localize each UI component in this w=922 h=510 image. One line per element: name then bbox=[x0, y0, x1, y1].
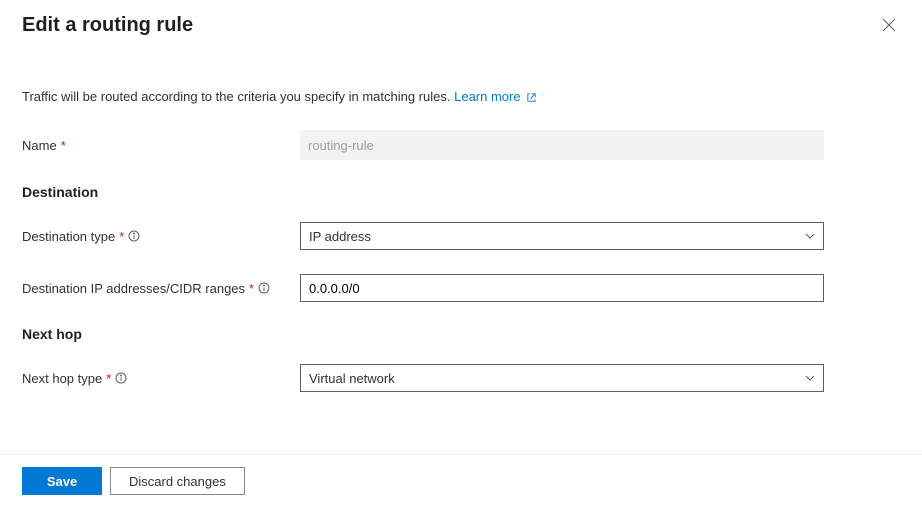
close-icon bbox=[882, 18, 896, 35]
close-button[interactable] bbox=[878, 14, 900, 39]
required-indicator: * bbox=[106, 371, 111, 386]
next-hop-type-label: Next hop type * bbox=[22, 371, 300, 386]
destination-cidr-input[interactable] bbox=[300, 274, 824, 302]
next-hop-section-header: Next hop bbox=[22, 326, 900, 342]
info-icon[interactable] bbox=[128, 230, 140, 242]
destination-cidr-label: Destination IP addresses/CIDR ranges * bbox=[22, 281, 300, 296]
name-label: Name * bbox=[22, 138, 300, 153]
save-button[interactable]: Save bbox=[22, 467, 102, 495]
next-hop-type-value: Virtual network bbox=[309, 371, 395, 386]
destination-section-header: Destination bbox=[22, 184, 900, 200]
external-link-icon bbox=[526, 92, 537, 103]
destination-type-label: Destination type * bbox=[22, 229, 300, 244]
name-input bbox=[300, 130, 824, 160]
intro-text: Traffic will be routed according to the … bbox=[22, 89, 900, 104]
required-indicator: * bbox=[249, 281, 254, 296]
required-indicator: * bbox=[119, 229, 124, 244]
info-icon[interactable] bbox=[258, 282, 270, 294]
destination-type-select[interactable]: IP address bbox=[300, 222, 824, 250]
destination-type-value: IP address bbox=[309, 229, 371, 244]
next-hop-type-select[interactable]: Virtual network bbox=[300, 364, 824, 392]
page-title: Edit a routing rule bbox=[22, 14, 193, 37]
required-indicator: * bbox=[61, 138, 66, 153]
discard-button[interactable]: Discard changes bbox=[110, 467, 245, 495]
info-icon[interactable] bbox=[115, 372, 127, 384]
learn-more-link[interactable]: Learn more bbox=[454, 89, 537, 104]
